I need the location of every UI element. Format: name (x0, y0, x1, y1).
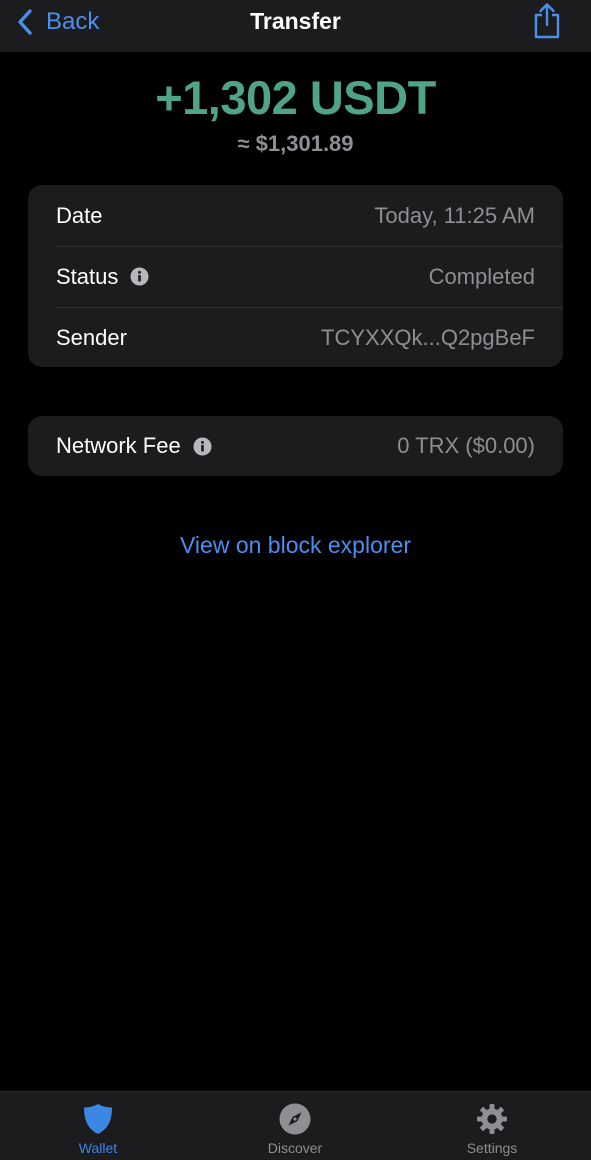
tab-label: Wallet (78, 1140, 118, 1156)
tab-bar: Wallet Discover Settings (0, 1091, 591, 1160)
fee-card: Network Fee 0 TRX ($0.00) (28, 416, 563, 476)
tab-label: Settings (466, 1140, 518, 1156)
network-fee-row: Network Fee 0 TRX ($0.00) (28, 416, 563, 476)
date-value: Today, 11:25 AM (374, 202, 535, 228)
tab-settings[interactable]: Settings (432, 1092, 552, 1160)
transfer-amount: +1,302 USDT (155, 71, 436, 124)
date-row: Date Today, 11:25 AM (28, 185, 563, 246)
status-value: Completed (428, 263, 535, 289)
details-card: Date Today, 11:25 AM Status Completed Se… (28, 185, 563, 367)
tab-label: Discover (267, 1140, 323, 1156)
network-fee-value: 0 TRX ($0.00) (397, 433, 535, 458)
tab-discover[interactable]: Discover (235, 1092, 355, 1160)
block-explorer-link[interactable]: View on block explorer (0, 532, 591, 559)
compass-icon (279, 1103, 311, 1135)
share-icon[interactable] (531, 2, 563, 40)
shield-icon (84, 1104, 112, 1134)
info-icon[interactable] (130, 267, 149, 286)
network-fee-label: Network Fee (56, 433, 212, 459)
navigation-bar: Back Transfer (0, 0, 591, 52)
sender-label: Sender (56, 324, 127, 350)
transfer-screen: Back Transfer +1,302 USDT ≈ $1,301.89 Da… (0, 0, 591, 1160)
gear-icon (477, 1104, 507, 1134)
tab-wallet[interactable]: Wallet (38, 1092, 158, 1160)
status-label: Status (56, 264, 149, 290)
status-row: Status Completed (28, 246, 563, 307)
sender-row[interactable]: Sender TCYXXQk...Q2pgBeF (28, 307, 563, 368)
sender-address[interactable]: TCYXXQk...Q2pgBeF (321, 325, 535, 351)
info-icon[interactable] (193, 436, 212, 456)
page-title: Transfer (250, 8, 341, 34)
date-label: Date (56, 202, 103, 228)
fiat-amount: ≈ $1,301.89 (237, 131, 354, 156)
